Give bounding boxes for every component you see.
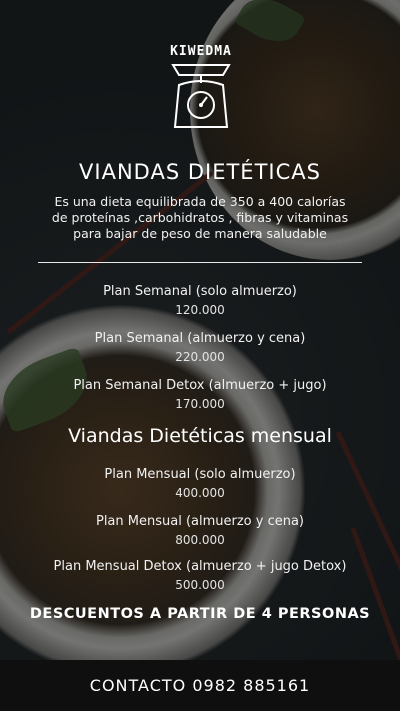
plan-item: Plan Semanal (almuerzo y cena) 220.000 xyxy=(0,331,400,365)
divider xyxy=(38,262,362,263)
plan-item: Plan Mensual (solo almuerzo) 400.000 xyxy=(0,467,400,501)
brand-logo: KIWEDMA xyxy=(162,44,240,131)
plan-name: Plan Mensual (solo almuerzo) xyxy=(104,467,296,482)
description-line: para bajar de peso de manera saludable xyxy=(73,226,327,241)
contact-bar[interactable]: CONTACTO 0982 885161 xyxy=(0,660,400,711)
plan-item: Plan Mensual (almuerzo y cena) 800.000 xyxy=(0,514,400,548)
description-line: Es una dieta equilibrada de 350 a 400 ca… xyxy=(54,194,346,209)
kitchen-scale-icon xyxy=(171,64,231,128)
description-line: de proteínas ,carbohidratos , fibras y v… xyxy=(51,210,349,225)
discount-banner: DESCUENTOS A PARTIR DE 4 PERSONAS xyxy=(29,606,371,622)
section-title-monthly: Viandas Dietéticas mensual xyxy=(68,425,332,447)
menu-card: KIWEDMA VIANDAS DIETÉTICAS Es una dieta … xyxy=(0,0,400,660)
plan-price: 500.000 xyxy=(175,578,225,592)
plan-name: Plan Semanal Detox (almuerzo + jugo) xyxy=(73,378,327,393)
contact-phone[interactable]: CONTACTO 0982 885161 xyxy=(0,660,400,711)
plan-price: 120.000 xyxy=(175,303,225,317)
plan-name: Plan Semanal (solo almuerzo) xyxy=(103,284,297,299)
plan-price: 220.000 xyxy=(175,350,225,364)
plan-item: Plan Semanal (solo almuerzo) 120.000 xyxy=(0,284,400,318)
plan-name: Plan Mensual Detox (almuerzo + jugo Deto… xyxy=(53,559,347,574)
plan-name: Plan Semanal (almuerzo y cena) xyxy=(94,331,306,346)
plan-price: 400.000 xyxy=(175,486,225,500)
plan-price: 800.000 xyxy=(175,533,225,547)
brand-logo-text: KIWEDMA xyxy=(170,44,232,59)
diet-description: Es una dieta equilibrada de 350 a 400 ca… xyxy=(40,194,360,242)
plan-name: Plan Mensual (almuerzo y cena) xyxy=(95,514,305,529)
plan-item: Plan Semanal Detox (almuerzo + jugo) 170… xyxy=(0,378,400,412)
page-title: VIANDAS DIETÉTICAS xyxy=(79,160,321,184)
plan-price: 170.000 xyxy=(175,397,225,411)
plan-item: Plan Mensual Detox (almuerzo + jugo Deto… xyxy=(0,559,400,593)
